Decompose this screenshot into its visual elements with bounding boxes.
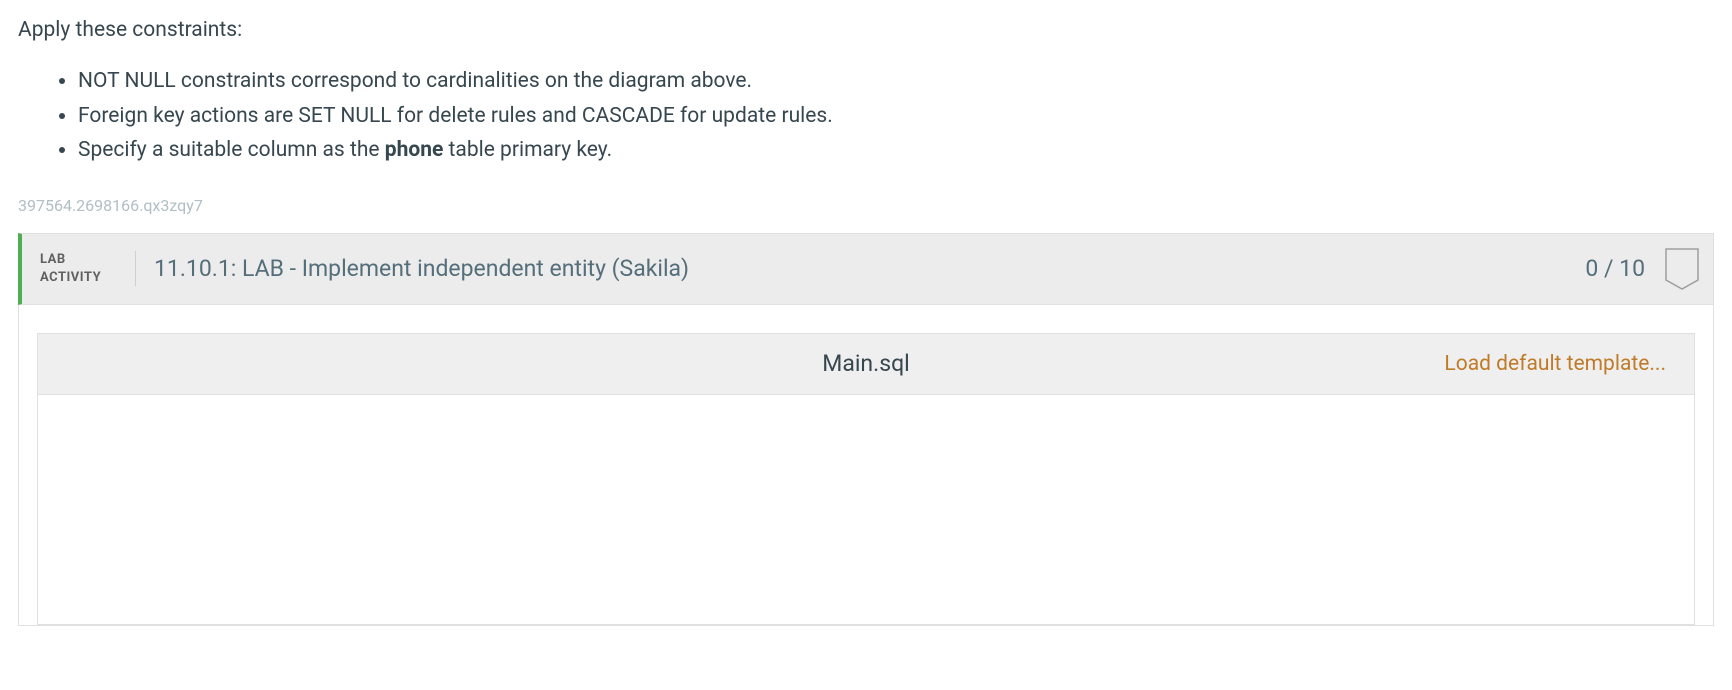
constraint-item-2-bold: phone bbox=[385, 138, 444, 162]
editor-header: Main.sql Load default template... bbox=[37, 333, 1695, 395]
constraint-item-0: NOT NULL constraints correspond to cardi… bbox=[78, 64, 1714, 99]
editor-container: Main.sql Load default template... bbox=[18, 305, 1714, 626]
bookmark-icon[interactable] bbox=[1665, 248, 1699, 290]
code-editor[interactable] bbox=[37, 395, 1695, 625]
tracking-id: 397564.2698166.qx3zqy7 bbox=[18, 196, 1714, 215]
lab-activity-bar: LAB ACTIVITY 11.10.1: LAB - Implement in… bbox=[18, 233, 1714, 305]
constraint-item-1: Foreign key actions are SET NULL for del… bbox=[78, 99, 1714, 134]
lab-label-line2: ACTIVITY bbox=[40, 269, 117, 287]
lab-title: 11.10.1: LAB - Implement independent ent… bbox=[154, 255, 1585, 282]
constraints-list: NOT NULL constraints correspond to cardi… bbox=[78, 64, 1714, 168]
lab-activity-label: LAB ACTIVITY bbox=[40, 251, 136, 286]
lab-label-line1: LAB bbox=[40, 251, 117, 269]
constraint-item-2-prefix: Specify a suitable column as the bbox=[78, 138, 385, 162]
editor-filename: Main.sql bbox=[822, 350, 910, 377]
instructions-intro: Apply these constraints: bbox=[18, 18, 1714, 42]
constraint-item-2-suffix: table primary key. bbox=[443, 138, 612, 162]
constraint-item-2: Specify a suitable column as the phone t… bbox=[78, 133, 1714, 168]
lab-score: 0 / 10 bbox=[1585, 255, 1645, 282]
load-default-template-link[interactable]: Load default template... bbox=[1444, 352, 1666, 376]
